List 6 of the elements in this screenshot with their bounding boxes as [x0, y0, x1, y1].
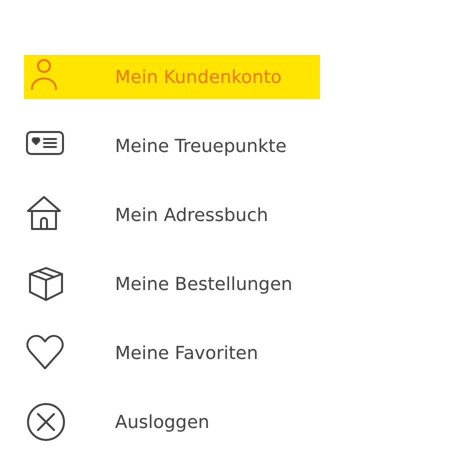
menu-item[interactable]: Mein Adressbuch [24, 193, 320, 237]
menu-item[interactable]: Meine Treuepunkte [24, 124, 320, 168]
menu-item[interactable]: Meine Favoriten [24, 331, 320, 375]
close-icon [24, 400, 68, 444]
menu-item[interactable]: Ausloggen [24, 400, 320, 444]
menu-item[interactable]: Meine Bestellungen [24, 262, 320, 306]
